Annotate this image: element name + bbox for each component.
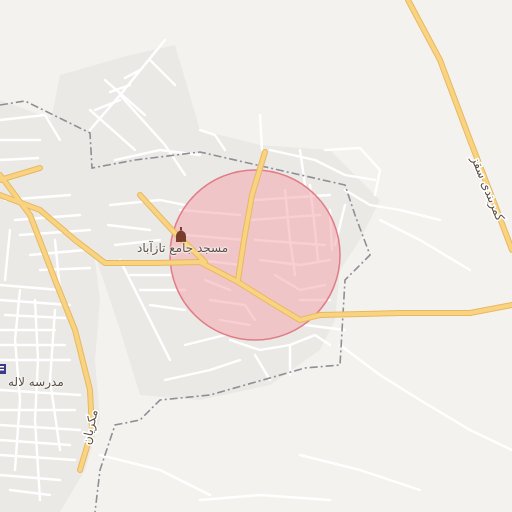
school-icon[interactable]: [0, 364, 6, 374]
label-school[interactable]: مدرسه لاله: [8, 375, 64, 389]
map-canvas[interactable]: کمربندی سقز مکریان: [0, 0, 512, 512]
label-mosque[interactable]: مسجد جامع تازآباد: [137, 241, 228, 255]
map-view[interactable]: کمربندی سقز مکریان مسجد جامع تازآباد مدر…: [0, 0, 512, 512]
label-bypass: کمربندی سقز: [467, 153, 507, 223]
